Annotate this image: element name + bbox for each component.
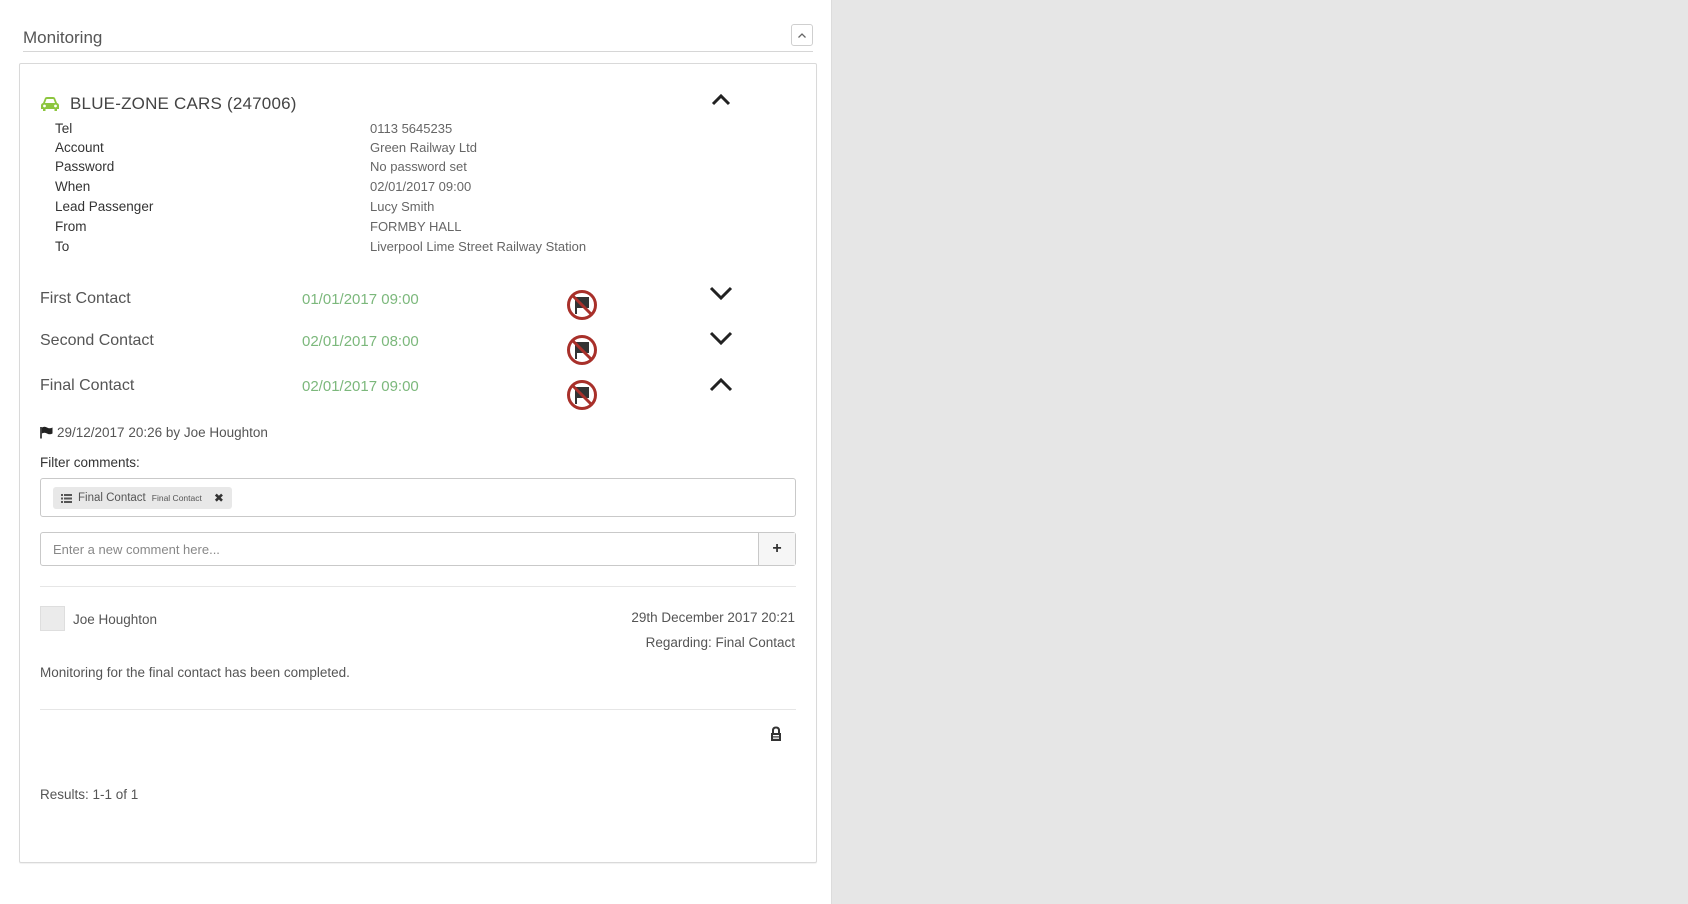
flag-entry: 29/12/2017 20:26 by Joe Houghton — [40, 425, 268, 440]
comment-date: 29th December 2017 20:21 — [631, 610, 795, 625]
new-comment-group: + — [40, 532, 796, 566]
contact-time-final: 02/01/2017 09:00 — [302, 378, 419, 395]
car-icon — [41, 97, 59, 111]
comment-body: Monitoring for the final contact has bee… — [40, 665, 350, 680]
booking-card: BLUE-ZONE CARS (247006) Tel 0113 5645235… — [19, 63, 817, 863]
divider — [40, 709, 796, 710]
flag-entry-text: 29/12/2017 20:26 by Joe Houghton — [57, 425, 268, 440]
detail-value-from: FORMBY HALL — [370, 219, 462, 234]
comment-author: Joe Houghton — [73, 612, 158, 627]
detail-label-password: Password — [55, 159, 115, 174]
chevron-up-icon — [798, 32, 806, 38]
add-comment-button[interactable]: + — [758, 533, 795, 565]
detail-label-when: When — [55, 179, 91, 194]
filter-label: Filter comments: — [40, 455, 140, 470]
filter-chip-label: Final Contact — [78, 492, 146, 504]
monitoring-panel: Monitoring BLUE-ZONE CARS (247006) Tel 0… — [0, 0, 832, 904]
contact-collapse-chevron-up-icon-final[interactable] — [709, 377, 733, 393]
panel-header: Monitoring — [23, 23, 813, 52]
avatar — [40, 606, 65, 631]
contact-expand-chevron-down-icon-second[interactable] — [709, 330, 733, 346]
panel-title: Monitoring — [23, 28, 103, 47]
lock-icon[interactable] — [769, 726, 783, 742]
contact-label-second: Second Contact — [40, 332, 154, 349]
supplier-name: BLUE-ZONE CARS (247006) — [70, 94, 297, 113]
contact-time-first: 01/01/2017 09:00 — [302, 291, 419, 308]
detail-label-lead-passenger: Lead Passenger — [55, 199, 154, 214]
no-flag-icon[interactable] — [566, 334, 598, 366]
detail-value-to: Liverpool Lime Street Railway Station — [370, 239, 587, 254]
comment-regarding: Regarding: Final Contact — [645, 635, 795, 650]
detail-value-account: Green Railway Ltd — [370, 140, 477, 155]
no-flag-icon[interactable] — [566, 379, 598, 411]
filter-chip[interactable]: Final Contact Final Contact ✖ — [53, 487, 232, 509]
filter-comments-field[interactable]: Final Contact Final Contact ✖ — [40, 478, 796, 517]
contact-label-first: First Contact — [40, 290, 131, 307]
supplier-collapse-chevron-up-icon[interactable] — [711, 93, 731, 107]
detail-value-when: 02/01/2017 09:00 — [370, 179, 472, 194]
detail-label-tel: Tel — [55, 121, 73, 136]
no-flag-icon[interactable] — [566, 289, 598, 321]
detail-value-lead-passenger: Lucy Smith — [370, 199, 435, 214]
detail-label-to: To — [55, 239, 70, 254]
detail-value-password: No password set — [370, 159, 467, 174]
list-icon — [61, 493, 72, 503]
new-comment-input[interactable] — [41, 533, 758, 565]
supplier-header: BLUE-ZONE CARS (247006) — [40, 94, 297, 114]
panel-collapse-button[interactable] — [791, 24, 813, 46]
filter-chip-sublabel: Final Contact — [151, 493, 202, 503]
detail-label-account: Account — [55, 140, 104, 155]
flag-icon — [40, 426, 53, 439]
results-count: Results: 1-1 of 1 — [40, 787, 139, 802]
close-icon[interactable]: ✖ — [214, 491, 224, 505]
detail-value-tel: 0113 5645235 — [370, 121, 453, 136]
divider — [40, 586, 796, 587]
contact-expand-chevron-down-icon-first[interactable] — [709, 285, 733, 301]
contact-label-final: Final Contact — [40, 377, 135, 394]
contact-time-second: 02/01/2017 08:00 — [302, 333, 419, 350]
detail-label-from: From — [55, 219, 87, 234]
